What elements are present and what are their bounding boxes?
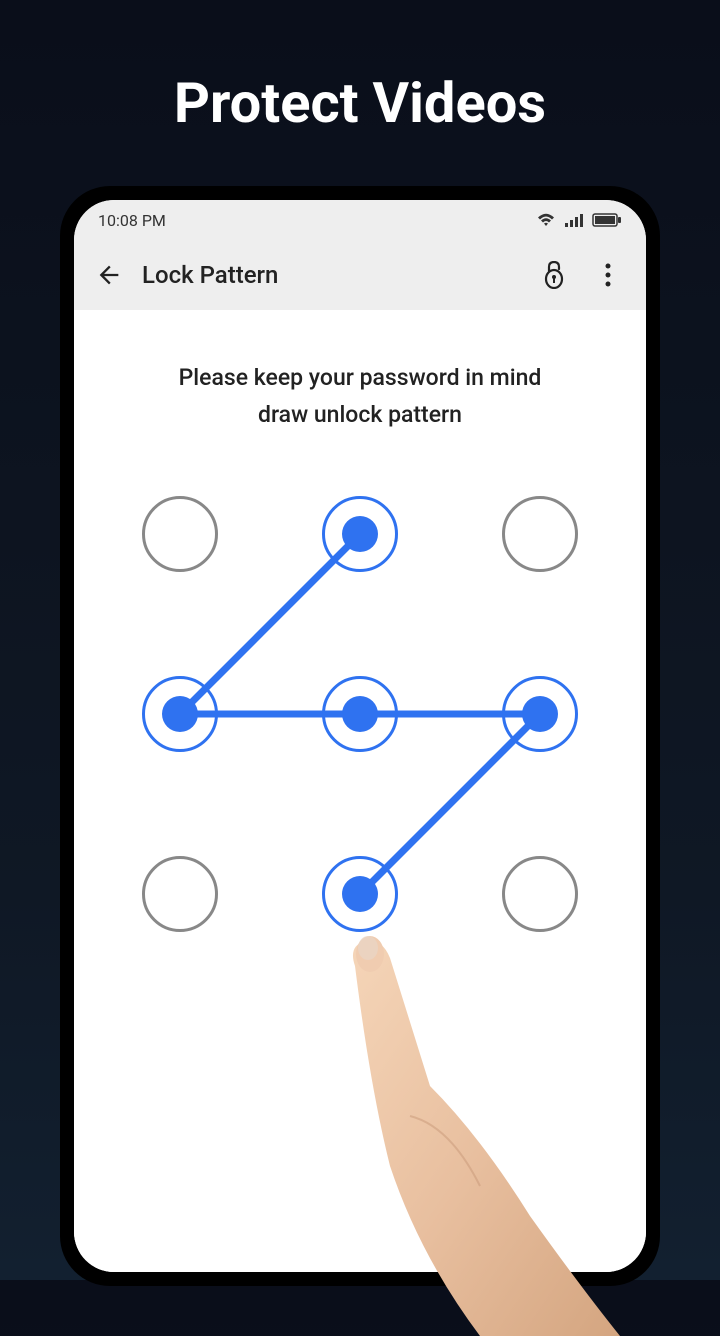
content-area: Please keep your password in mind draw u… [74, 310, 646, 1272]
page-title: Protect Videos [0, 0, 720, 186]
instruction-line-2: draw unlock pattern [258, 401, 462, 428]
pattern-dot-4[interactable] [142, 676, 218, 752]
phone-screen: 10:08 PM Lock Pattern [74, 200, 646, 1272]
app-bar: Lock Pattern [74, 240, 646, 310]
wifi-icon [536, 212, 556, 228]
pattern-grid[interactable] [130, 484, 590, 944]
pattern-dot-9[interactable] [502, 856, 578, 932]
pattern-dot-6[interactable] [502, 676, 578, 752]
status-bar: 10:08 PM [74, 200, 646, 240]
status-time: 10:08 PM [98, 211, 166, 230]
pattern-dot-2[interactable] [322, 496, 398, 572]
instruction-line-1: Please keep your password in mind [179, 364, 542, 391]
pattern-dot-7[interactable] [142, 856, 218, 932]
battery-icon [592, 212, 622, 228]
lock-icon [542, 261, 566, 289]
more-vertical-icon [605, 263, 611, 287]
arrow-left-icon [95, 261, 123, 289]
signal-icon [564, 212, 584, 228]
app-bar-title: Lock Pattern [142, 261, 518, 289]
pattern-dot-8[interactable] [322, 856, 398, 932]
instruction-text: Please keep your password in mind draw u… [179, 360, 542, 434]
phone-frame: 10:08 PM Lock Pattern [60, 186, 660, 1286]
status-icons [536, 212, 622, 228]
more-options-button[interactable] [590, 257, 626, 293]
lock-mode-button[interactable] [536, 257, 572, 293]
pattern-dot-3[interactable] [502, 496, 578, 572]
pattern-dot-1[interactable] [142, 496, 218, 572]
pattern-dot-5[interactable] [322, 676, 398, 752]
back-button[interactable] [94, 260, 124, 290]
